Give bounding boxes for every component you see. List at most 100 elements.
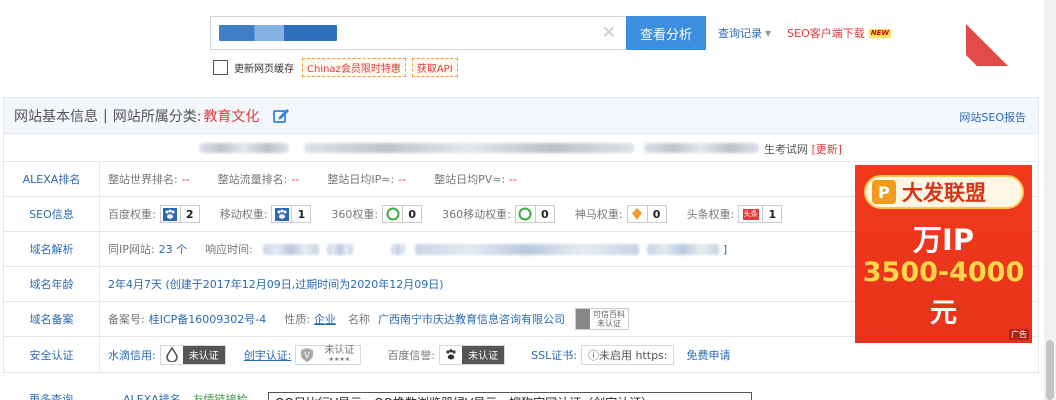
seo-label[interactable]: SEO信息 (4, 197, 100, 231)
response-time-key: 响应时间: (205, 243, 253, 256)
baidu-paw-icon (161, 206, 181, 222)
seo-client-label: SEO客户端下载 (787, 27, 865, 40)
icp-name-key: 名称 (347, 313, 370, 326)
shuidi-badge[interactable]: 未认证 (159, 344, 226, 365)
kexin-baike-badge[interactable]: 可信百科 未认证 (574, 308, 629, 330)
water-drop-icon (161, 346, 183, 364)
seo-client-download-link[interactable]: SEO客户端下载 NEW (787, 25, 892, 41)
panel-title: 网站基本信息 (14, 108, 98, 125)
mobile-weight-badge[interactable]: 1 (271, 205, 312, 223)
same-ip-key: 同IP网站: (108, 243, 155, 256)
security-label[interactable]: 安全认证 (4, 337, 100, 372)
tooltip: QQ目比行V显示，QQ橡数浏览器绿V显示，搜狗官网认证（创宇认证） (268, 392, 752, 400)
site-title-text: 生考试网 (764, 143, 808, 156)
update-cache-checkbox[interactable] (213, 60, 228, 75)
shenma-weight-value: 0 (652, 207, 661, 221)
page: ✕ 查看分析 查询记录 ▼ SEO客户端下载 NEW 更新网页缓存 Chinaz… (0, 0, 1056, 400)
chuangyu-badge[interactable]: V 未认证 ★★★★ (295, 344, 362, 365)
ssl-badge[interactable]: ⓘ未启用 https: (580, 344, 675, 365)
clear-icon[interactable]: ✕ (602, 23, 616, 43)
corner-ribbon[interactable]: 网站优化 (966, 0, 1056, 66)
same-ip-count[interactable]: 23 个 (159, 241, 188, 257)
kexin-text: 可信百科 未认证 (590, 310, 628, 328)
more-query-label[interactable]: 更多查询 (3, 391, 99, 400)
alexa-label[interactable]: ALEXA排名 (4, 162, 100, 196)
get-api-link[interactable]: 获取API (411, 58, 458, 77)
domain-age-value[interactable]: 2年4月7天 (创建于2017年12月09日,过期时间为2020年12月09日) (108, 276, 444, 292)
analyze-button[interactable]: 查看分析 (626, 16, 706, 50)
world-rank-value: -- (181, 172, 190, 186)
360-weight-badge[interactable]: 0 (382, 205, 423, 223)
baidu-mobile-paw-icon (272, 206, 293, 222)
baidu-trust-badge[interactable]: 未认证 (439, 344, 506, 365)
360-weight-key: 360权重: (331, 208, 379, 221)
daily-ip-value: -- (398, 172, 407, 186)
update-cache-label: 更新网页缓存 (234, 64, 294, 75)
baidu-weight-badge[interactable]: 2 (159, 205, 200, 223)
scrollbar-thumb[interactable] (1046, 340, 1054, 400)
domain-age-label[interactable]: 域名年龄 (4, 267, 100, 301)
360-mobile-weight-badge[interactable]: 0 (514, 205, 555, 223)
toutiao-icon: 头条 (739, 206, 764, 222)
mobile-weight-key: 移动权重: (219, 208, 268, 221)
search-options: 更新网页缓存 Chinaz会员限时特惠 获取API (213, 58, 458, 77)
baidu-trust-key: 百度信誉: (387, 348, 436, 362)
chuangyu-status: 未认证 (324, 344, 355, 356)
shenma-weight-key: 神马权重: (574, 208, 623, 221)
icp-nature-key: 性质: (284, 313, 310, 326)
chuangyu-text: 未认证 ★★★★ (318, 344, 360, 364)
dns-label[interactable]: 域名解析 (4, 232, 100, 266)
chuangyu-stars: ★★★★ (328, 355, 351, 363)
update-link[interactable]: [更新] (812, 143, 843, 156)
site-title-tail: 生考试网 [更新] (764, 141, 842, 157)
toutiao-weight-badge[interactable]: 头条 1 (738, 205, 783, 223)
360-mobile-weight-key: 360移动权重: (442, 208, 511, 221)
toutiao-weight-value: 1 (768, 207, 777, 221)
advertisement-banner[interactable]: P 大发联盟 万IP 3500-4000 元 广告 (855, 165, 1032, 343)
360-icon (383, 206, 404, 222)
toutiao-icon-text: 头条 (742, 208, 759, 220)
alexa-link[interactable]: ALEXA排名 (123, 391, 181, 400)
shield-v-icon: V (296, 346, 318, 364)
scrollbar[interactable] (1044, 0, 1056, 400)
vip-promo-link[interactable]: Chinaz会员限时特惠 (302, 58, 406, 77)
search-input[interactable]: ✕ (210, 16, 626, 50)
icp-number-key: 备案号: (108, 313, 145, 326)
kexin-icon (575, 309, 590, 329)
search-row: ✕ 查看分析 查询记录 ▼ SEO客户端下载 NEW (210, 16, 892, 50)
shuidi-key: 水滴信用: (108, 348, 156, 362)
ad-brand: 大发联盟 (902, 181, 986, 205)
ad-tag: 广告 (1009, 329, 1029, 340)
shenma-icon (628, 206, 648, 222)
ssl-free-apply-link[interactable]: 免费申请 (686, 347, 730, 363)
new-badge: NEW (868, 28, 892, 38)
shenma-weight-badge[interactable]: 0 (626, 205, 667, 223)
redacted-title-part (199, 143, 289, 153)
icp-nature-value[interactable]: 企业 (314, 311, 336, 327)
ssl-key: SSL证书: (531, 348, 577, 362)
search-input-value-redacted (219, 25, 337, 41)
redacted-title-part (644, 143, 759, 153)
ad-logo-mark: P (872, 180, 896, 204)
edit-icon[interactable] (273, 108, 290, 123)
close-bracket: ] (722, 242, 728, 256)
daily-ip-key: 整站日均IP≈: (327, 173, 395, 186)
daily-pv-value: -- (509, 172, 518, 186)
seo-report-link[interactable]: 网站SEO报告 (959, 109, 1026, 125)
redacted-value (414, 243, 639, 255)
ad-line2: 3500-4000 (862, 257, 1025, 288)
site-title-row: 生考试网 [更新] (4, 134, 1038, 162)
category-value: 教育文化 (203, 108, 260, 125)
corner-ribbon-label: 网站优化 (966, 24, 1056, 66)
world-rank-key: 整站世界排名: (108, 173, 178, 186)
icp-number-value[interactable]: 桂ICP备16009302号-4 (149, 311, 267, 327)
friend-links-link[interactable]: 友情链接检 (193, 391, 248, 400)
kexin-line1: 可信百科 (592, 310, 625, 319)
chuangyu-key[interactable]: 创宇认证: (244, 347, 292, 363)
query-history-dropdown[interactable]: 查询记录 ▼ (718, 25, 771, 41)
redacted-value (646, 243, 719, 255)
icp-label[interactable]: 域名备案 (4, 302, 100, 336)
360-weight-value: 0 (408, 207, 416, 221)
icp-name-value[interactable]: 广西南宁市庆达教育信息咨询有限公司 (378, 311, 565, 327)
baidu-paw-icon (440, 346, 462, 364)
